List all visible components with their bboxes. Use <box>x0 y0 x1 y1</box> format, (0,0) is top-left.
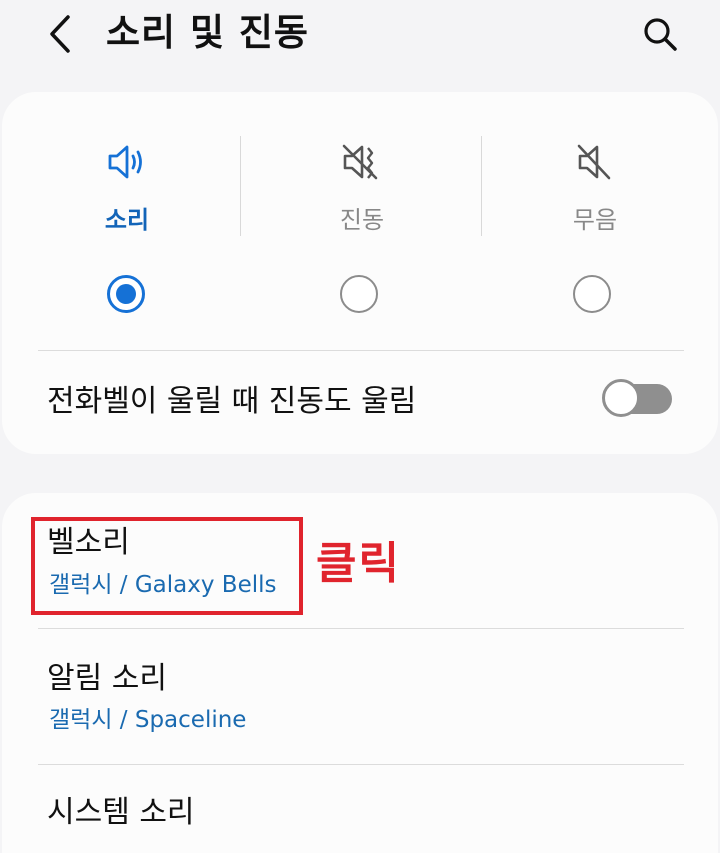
mode-label-sound: 소리 <box>104 206 150 234</box>
chevron-left-icon <box>50 15 70 53</box>
divider <box>240 136 241 236</box>
divider <box>38 628 684 629</box>
mode-label-vibrate: 진동 <box>339 206 385 234</box>
annotation-highlight-box <box>31 517 303 615</box>
mode-label-mute: 무음 <box>572 206 618 234</box>
back-button[interactable] <box>40 12 80 56</box>
system-sound-title: 시스템 소리 <box>47 795 195 830</box>
vibrate-icon <box>342 144 378 180</box>
search-button[interactable] <box>638 12 682 56</box>
toggle-knob <box>602 379 640 417</box>
vibrate-while-ringing-toggle[interactable] <box>602 379 672 417</box>
radio-sound[interactable] <box>107 275 145 313</box>
vibrate-while-ringing-label: 전화벨이 울릴 때 진동도 울림 <box>47 384 417 419</box>
app-bar: 소리 및 진동 <box>0 0 720 70</box>
divider <box>38 350 684 351</box>
mute-icon <box>577 144 611 180</box>
notification-sound-title: 알림 소리 <box>47 661 167 696</box>
annotation-click-label: 클릭 <box>316 538 401 589</box>
sound-mode-card: 소리 진동 무음 전화벨이 울릴 때 진동도 울림 <box>2 92 718 454</box>
page-title: 소리 및 진동 <box>106 11 309 54</box>
notification-sound-subtitle: 갤럭시 / Spaceline <box>49 707 247 733</box>
search-icon <box>644 18 677 51</box>
radio-mute[interactable] <box>573 275 611 313</box>
speaker-sound-icon <box>108 145 142 179</box>
radio-vibrate[interactable] <box>340 275 378 313</box>
divider <box>38 764 684 765</box>
